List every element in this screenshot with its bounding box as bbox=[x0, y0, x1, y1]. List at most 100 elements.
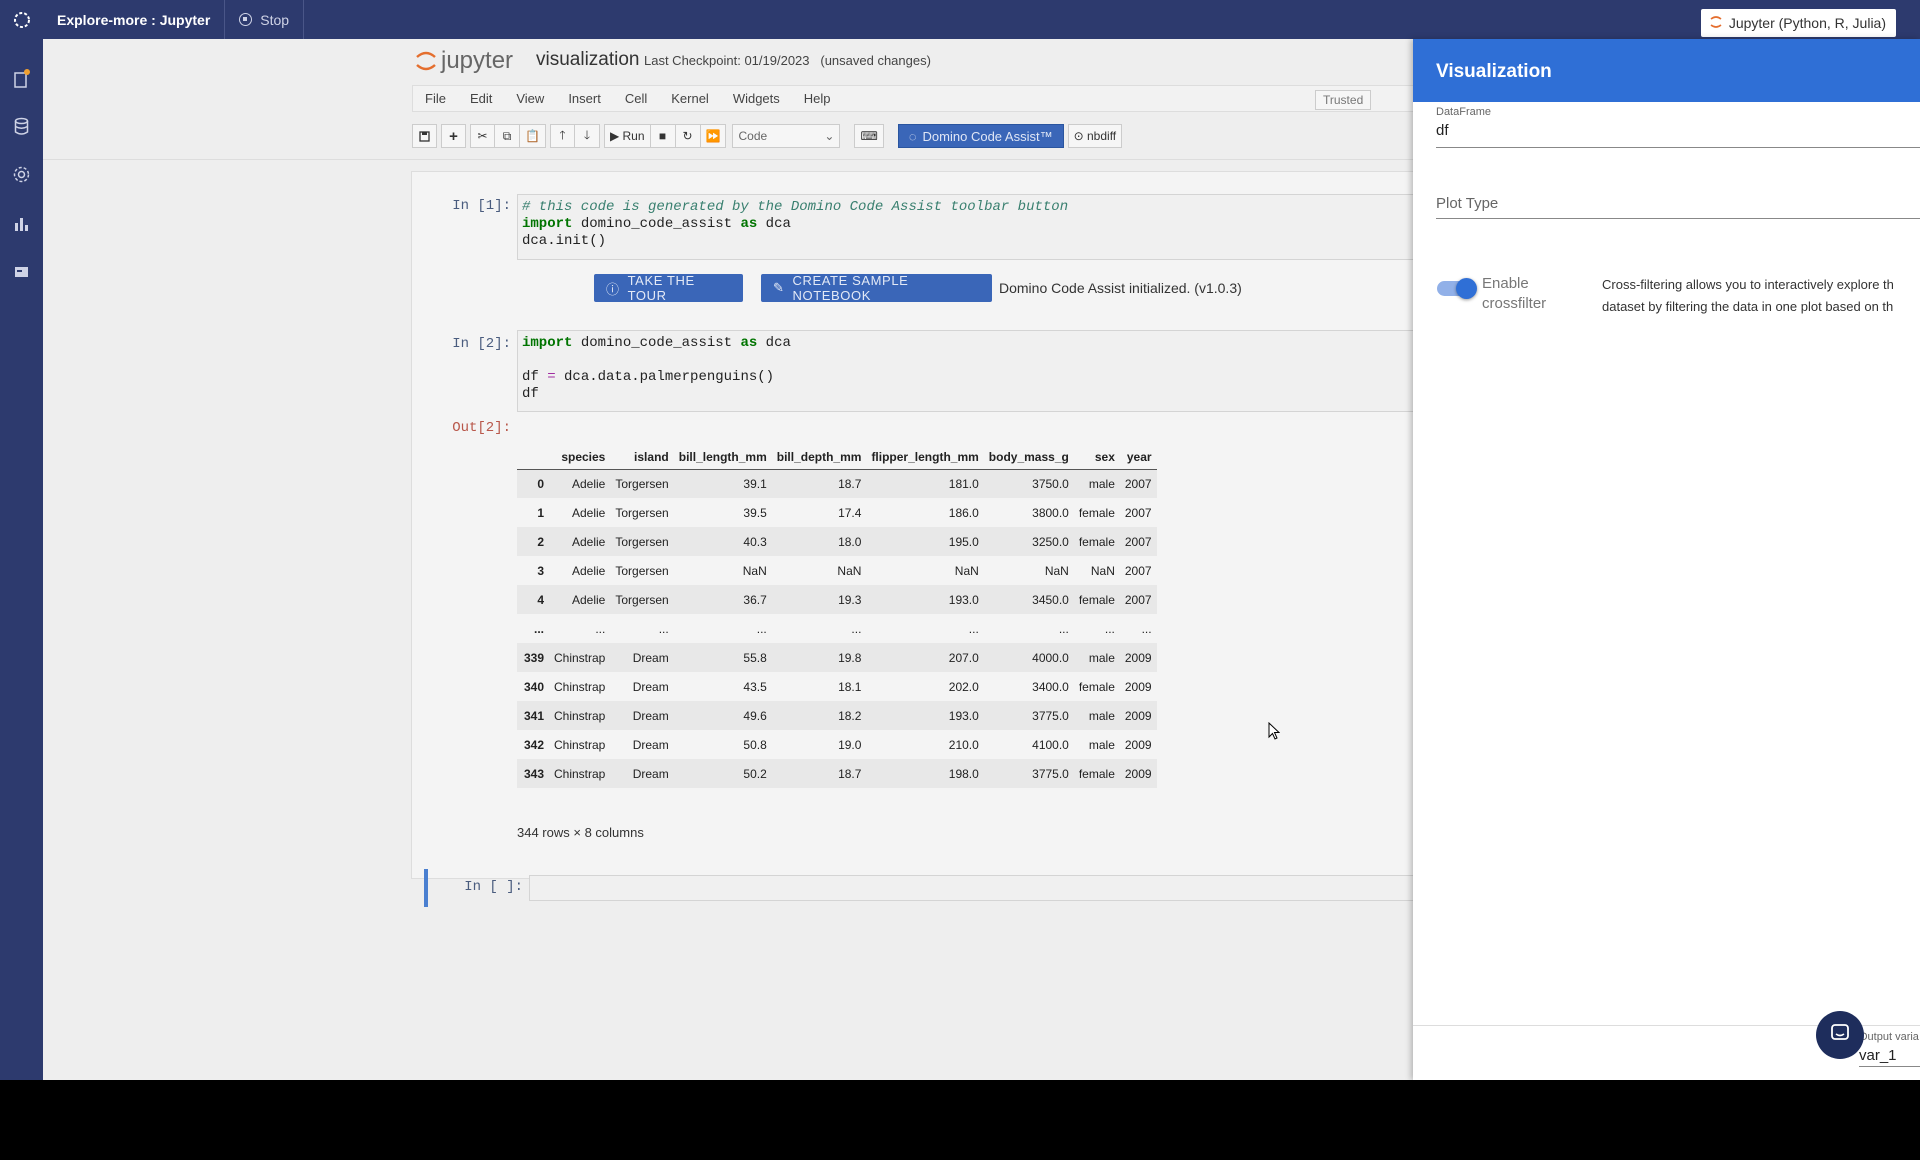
fast-forward-icon[interactable]: ⏩ bbox=[700, 124, 727, 148]
code-input[interactable] bbox=[529, 875, 1414, 901]
code-input[interactable]: import domino_code_assist as dca df = dc… bbox=[517, 330, 1414, 412]
cell-prompt: In [1]: bbox=[452, 198, 511, 214]
table-cell: NaN bbox=[837, 563, 862, 578]
menu-cell[interactable]: Cell bbox=[613, 91, 659, 106]
table-cell: 18.2 bbox=[771, 701, 867, 730]
table-cell: 2009 bbox=[1119, 643, 1157, 672]
code-line: import domino_code_assist as dca bbox=[522, 335, 1410, 352]
nbdiff-button[interactable]: ⊙ nbdiff bbox=[1067, 124, 1123, 148]
menu-widgets[interactable]: Widgets bbox=[721, 91, 792, 106]
keyword: as bbox=[740, 216, 758, 232]
table-cell: 49.6 bbox=[673, 701, 772, 730]
table-cell: ... bbox=[1104, 621, 1115, 636]
table-cell: Chinstrap bbox=[554, 737, 606, 752]
cell-type-value: Code bbox=[738, 129, 768, 143]
table-cell: Adelie bbox=[549, 469, 611, 498]
move-up-icon[interactable]: 🡑 bbox=[549, 124, 575, 148]
stop-label: Stop bbox=[260, 11, 290, 28]
tour-label: TAKE THE TOUR bbox=[627, 273, 695, 303]
chat-button[interactable] bbox=[1816, 1011, 1864, 1059]
gear-icon[interactable] bbox=[12, 165, 31, 184]
jupyter-logo[interactable]: jupyter bbox=[415, 47, 513, 75]
keyboard-icon[interactable]: ⌨ bbox=[854, 124, 884, 148]
table-cell: Dream bbox=[632, 737, 669, 752]
domino-code-assist-button[interactable]: ◌ Domino Code Assist™ bbox=[897, 124, 1064, 148]
crossfilter-toggle[interactable] bbox=[1437, 278, 1477, 299]
top-bar: Explore-more : Jupyter Stop Jupyter (Pyt… bbox=[0, 0, 1920, 39]
apps-icon[interactable] bbox=[12, 262, 31, 281]
dataframe-shape: 344 rows × 8 columns bbox=[517, 825, 644, 840]
create-sample-notebook-button[interactable]: ✎ CREATE SAMPLE NOTEBOOK bbox=[761, 273, 992, 303]
code-cell-3[interactable]: In [ ]: bbox=[424, 869, 1414, 907]
code-input[interactable]: # this code is generated by the Domino C… bbox=[517, 194, 1414, 260]
table-cell: male bbox=[1088, 737, 1115, 752]
row-index: 4 bbox=[517, 585, 549, 614]
notebook-container: In [1]: # this code is generated by the … bbox=[411, 171, 1414, 907]
chevron-down-icon: ⌄ bbox=[824, 129, 835, 143]
selected-cell-indicator bbox=[424, 869, 428, 907]
table-row: 343 Chinstrap Dream 50.2 18.7 198.0 3775.0 fema… bbox=[517, 759, 1157, 788]
paste-icon[interactable]: 📋 bbox=[520, 124, 546, 148]
column-header: island bbox=[610, 445, 674, 470]
table-cell: Chinstrap bbox=[549, 701, 611, 730]
restart-icon[interactable]: ↻ bbox=[675, 124, 701, 148]
table-cell: female bbox=[1073, 585, 1120, 614]
project-title[interactable]: Explore-more : Jupyter bbox=[43, 0, 226, 39]
run-button[interactable]: ▶ Run bbox=[603, 124, 651, 148]
table-cell: ... bbox=[1058, 621, 1069, 636]
table-cell: 18.1 bbox=[838, 679, 862, 694]
add-cell-icon[interactable]: + bbox=[441, 124, 466, 148]
data-icon[interactable] bbox=[12, 117, 31, 136]
code-line: import domino_code_assist as dca bbox=[522, 216, 1410, 233]
menu-file[interactable]: File bbox=[413, 91, 458, 106]
keyword: as bbox=[740, 335, 758, 351]
files-icon[interactable] bbox=[12, 69, 31, 88]
domino-logo-icon[interactable] bbox=[0, 0, 43, 39]
table-row: 340 Chinstrap Dream 43.5 18.1 202.0 3400.0 fema… bbox=[517, 672, 1157, 701]
dataframe-field[interactable]: DataFrame df bbox=[1436, 106, 1920, 148]
menu-kernel[interactable]: Kernel bbox=[659, 91, 721, 106]
stop-kernel-icon[interactable]: ■ bbox=[650, 124, 676, 148]
row-index: 339 bbox=[517, 643, 549, 672]
table-cell: 18.7 bbox=[771, 469, 867, 498]
code-text: df bbox=[522, 369, 548, 385]
play-icon: ▶ bbox=[609, 129, 623, 143]
table-cell: Torgersen bbox=[610, 585, 674, 614]
table-cell: 39.5 bbox=[743, 505, 767, 520]
table-cell: female bbox=[1073, 527, 1120, 556]
table-cell: 3450.0 bbox=[983, 585, 1074, 614]
column-header: species bbox=[549, 445, 611, 470]
table-cell: 193.0 bbox=[866, 701, 984, 730]
table-cell: 50.8 bbox=[743, 737, 767, 752]
unsaved-text: (unsaved changes) bbox=[820, 53, 931, 68]
code-comment: # this code is generated by the Domino C… bbox=[522, 199, 1069, 215]
take-the-tour-button[interactable]: ⓘ TAKE THE TOUR bbox=[594, 273, 743, 303]
table-header-row: species island bill_length_mm bill_depth… bbox=[517, 445, 1157, 470]
table-cell: 193.0 bbox=[866, 585, 984, 614]
table-cell: Torgersen bbox=[610, 527, 674, 556]
menu-edit[interactable]: Edit bbox=[458, 91, 504, 106]
cut-icon[interactable]: ✂ bbox=[470, 124, 495, 148]
output-prompt: Out[2]: bbox=[452, 420, 511, 436]
table-cell: female bbox=[1078, 679, 1115, 694]
table-cell: 4000.0 bbox=[983, 643, 1074, 672]
copy-icon[interactable]: ⧉ bbox=[495, 124, 520, 148]
left-sidebar bbox=[0, 39, 43, 1080]
output-variable-field[interactable]: var_1 bbox=[1859, 1047, 1920, 1067]
stop-button[interactable]: Stop bbox=[225, 0, 305, 39]
save-icon[interactable] bbox=[412, 124, 437, 148]
cell-type-select[interactable]: Code ⌄ bbox=[732, 124, 841, 148]
plot-type-placeholder: Plot Type bbox=[1436, 195, 1499, 212]
move-down-icon[interactable]: 🡓 bbox=[574, 124, 600, 148]
menu-view[interactable]: View bbox=[504, 91, 556, 106]
sample-label: CREATE SAMPLE NOTEBOOK bbox=[792, 273, 909, 303]
menu-help[interactable]: Help bbox=[792, 91, 843, 106]
notebook-name[interactable]: visualization bbox=[536, 49, 640, 71]
table-row: ........................... bbox=[517, 614, 1157, 643]
table-cell: 210.0 bbox=[948, 737, 979, 752]
plot-type-field[interactable]: Plot Type bbox=[1436, 195, 1920, 219]
menu-insert[interactable]: Insert bbox=[556, 91, 613, 106]
environment-badge[interactable]: Jupyter (Python, R, Julia) bbox=[1700, 9, 1896, 37]
trusted-badge[interactable]: Trusted bbox=[1315, 90, 1372, 110]
bar-chart-icon[interactable] bbox=[12, 214, 31, 233]
